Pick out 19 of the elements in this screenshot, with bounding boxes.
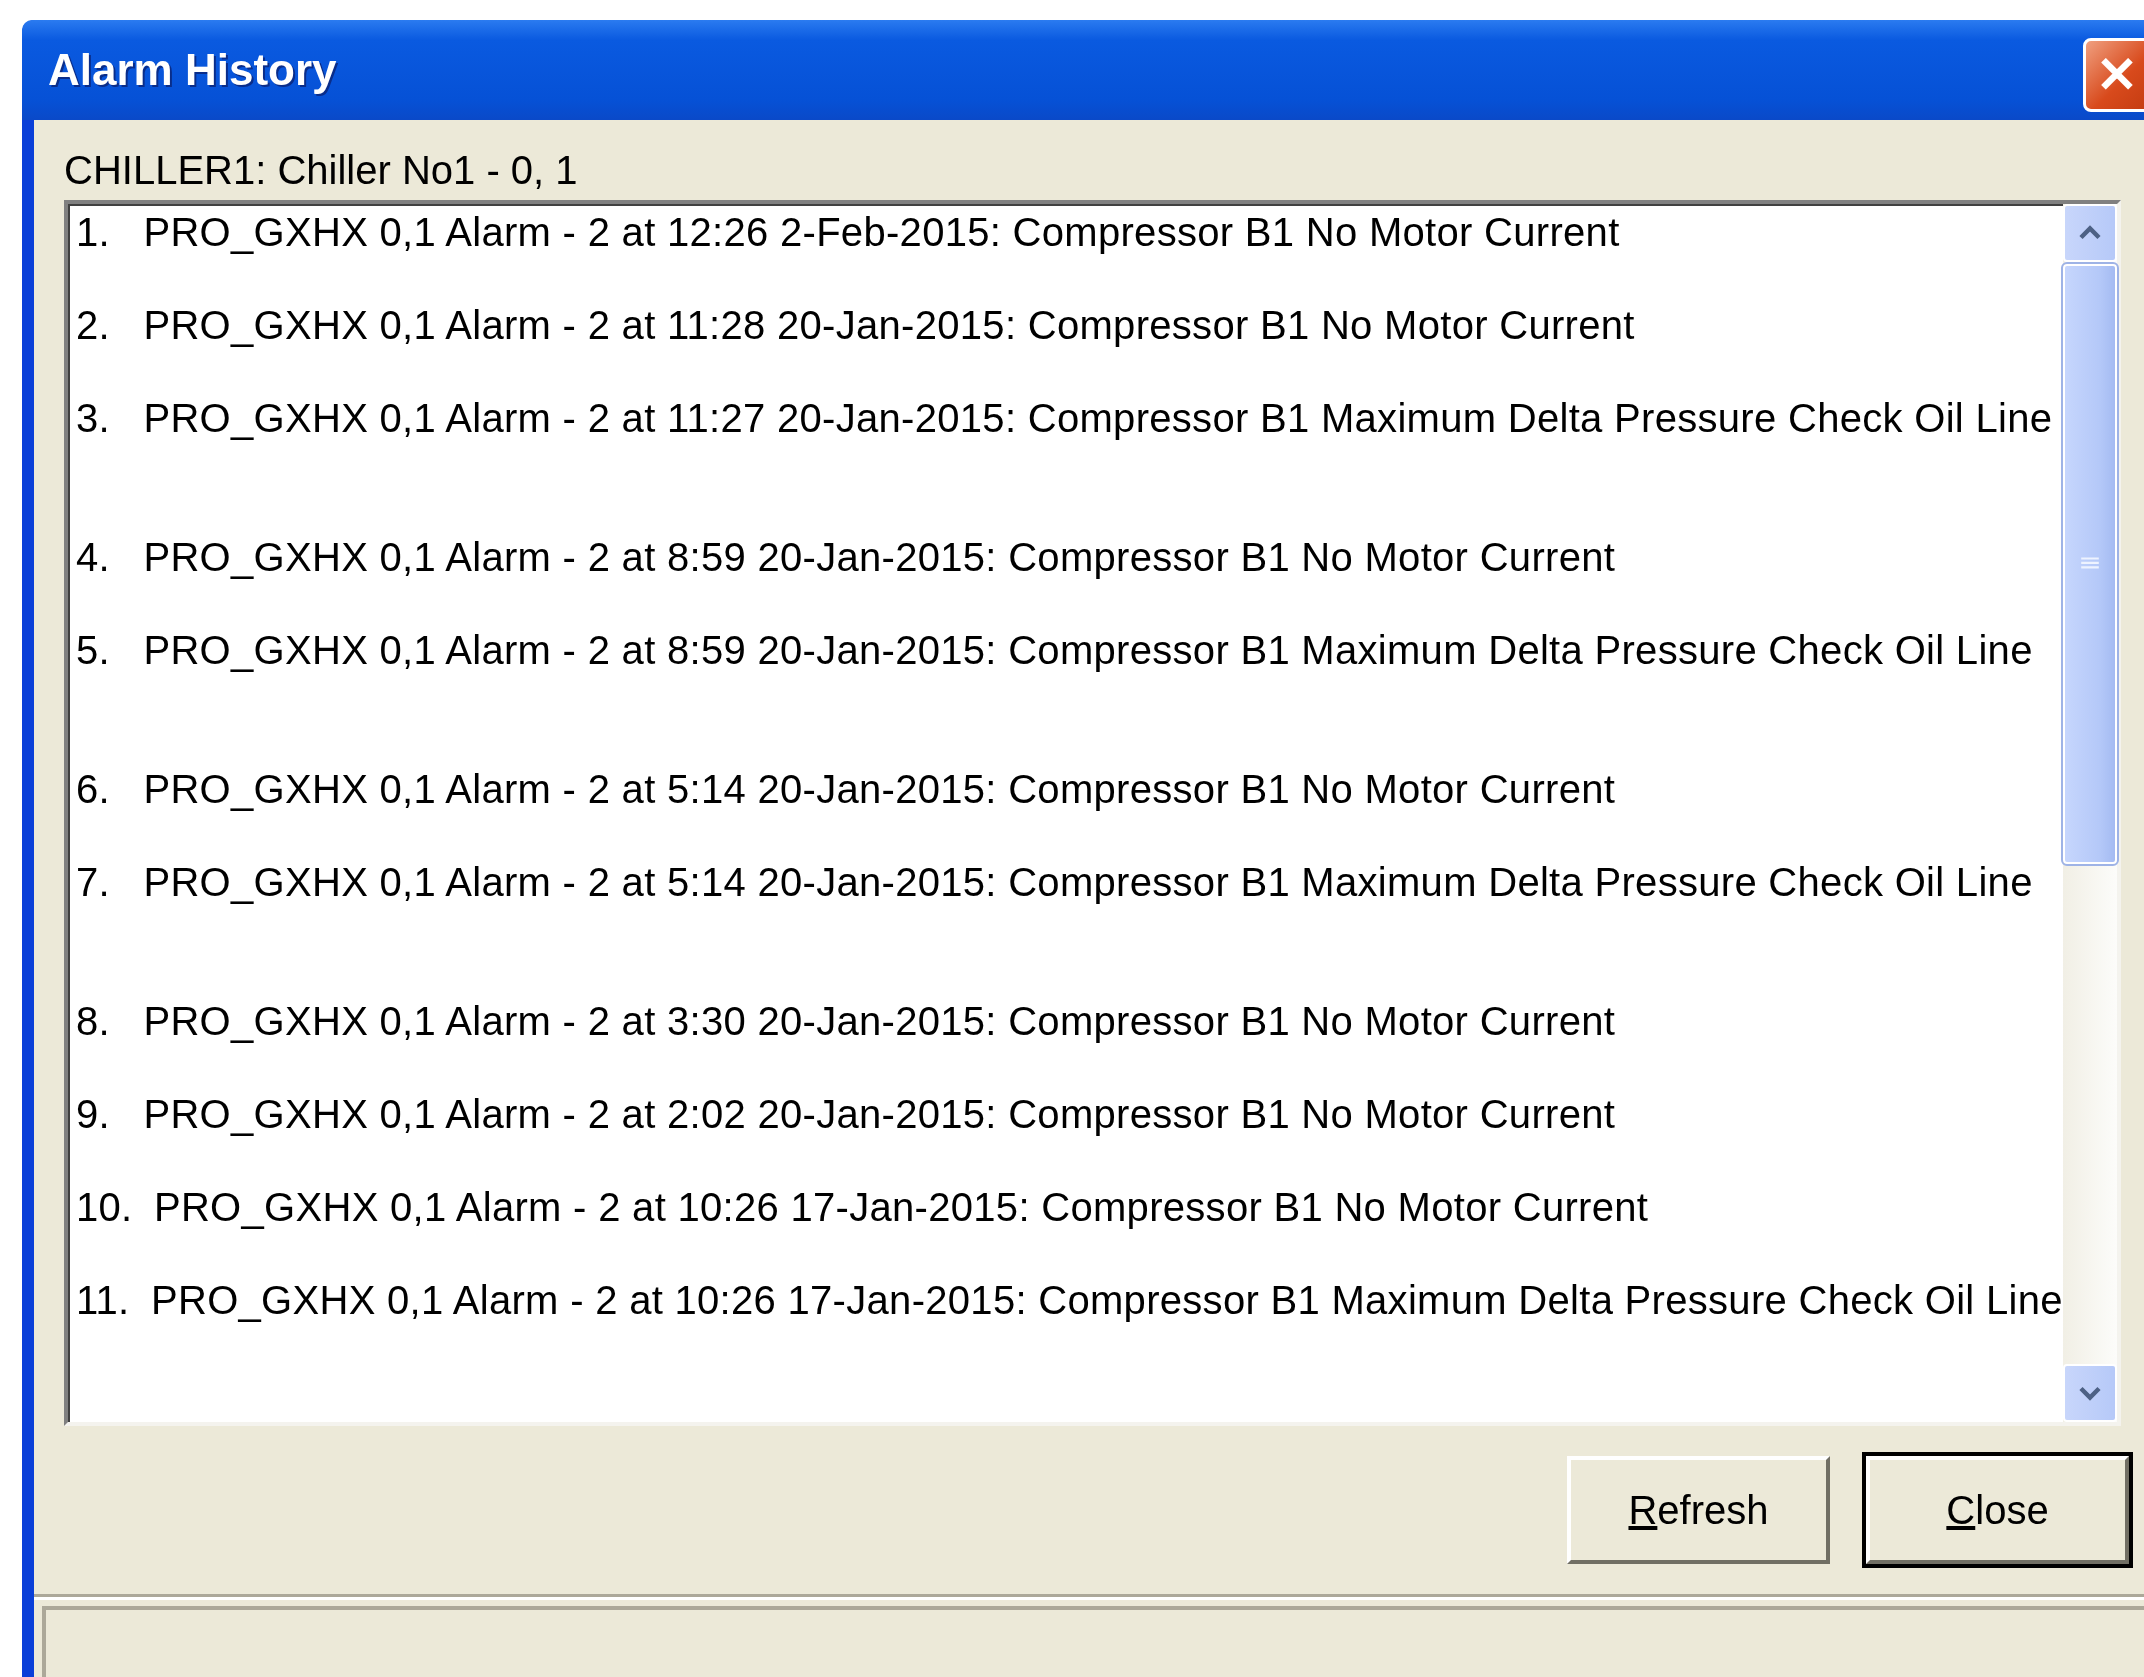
alarm-entry[interactable]: 2. PRO_GXHX 0,1 Alarm - 2 at 11:28 20-Jan-2015: Compressor B1 No Motor Current <box>76 303 2063 396</box>
alarm-entry[interactable]: 11. PRO_GXHX 0,1 Alarm - 2 at 10:26 17-Jan-2015: Compressor B1 Maximum Delta Pressure Check Oil Line <box>76 1278 2063 1417</box>
alarm-entry[interactable]: 8. PRO_GXHX 0,1 Alarm - 2 at 3:30 20-Jan-2015: Compressor B1 No Motor Current <box>76 999 2063 1092</box>
alarm-entry[interactable]: 7. PRO_GXHX 0,1 Alarm - 2 at 5:14 20-Jan-2015: Compressor B1 Maximum Delta Pressure Check Oil Line <box>76 860 2063 999</box>
window-title: Alarm History <box>48 45 337 95</box>
dialog-button[interactable]: Refresh <box>1567 1456 1830 1564</box>
alarm-entry[interactable]: 4. PRO_GXHX 0,1 Alarm - 2 at 8:59 20-Jan-2015: Compressor B1 No Motor Current <box>76 535 2063 628</box>
alarm-entry[interactable]: 9. PRO_GXHX 0,1 Alarm - 2 at 2:02 20-Jan-2015: Compressor B1 No Motor Current <box>76 1092 2063 1185</box>
alarm-entry[interactable]: 5. PRO_GXHX 0,1 Alarm - 2 at 8:59 20-Jan-2015: Compressor B1 Maximum Delta Pressure Check Oil Line <box>76 628 2063 767</box>
scroll-down-button[interactable] <box>2062 1364 2117 1422</box>
alarm-entry[interactable]: 6. PRO_GXHX 0,1 Alarm - 2 at 5:14 20-Jan-2015: Compressor B1 No Motor Current <box>76 767 2063 860</box>
scroll-up-button[interactable] <box>2062 204 2117 262</box>
source-label: CHILLER1: Chiller No1 - 0, 1 <box>64 148 579 194</box>
close-button[interactable]: ✕ <box>2083 38 2144 112</box>
scrollbar[interactable] <box>2062 204 2117 1422</box>
scroll-thumb[interactable] <box>2062 264 2117 864</box>
alarm-entry[interactable]: 3. PRO_GXHX 0,1 Alarm - 2 at 11:27 20-Jan-2015: Compressor B1 Maximum Delta Pressure Check Oil Line <box>76 396 2063 535</box>
alarm-entry[interactable]: 10. PRO_GXHX 0,1 Alarm - 2 at 10:26 17-Jan-2015: Compressor B1 No Motor Current <box>76 1185 2063 1278</box>
alarm-entry[interactable]: 1. PRO_GXHX 0,1 Alarm - 2 at 12:26 2-Feb-2015: Compressor B1 No Motor Current <box>76 210 2063 303</box>
